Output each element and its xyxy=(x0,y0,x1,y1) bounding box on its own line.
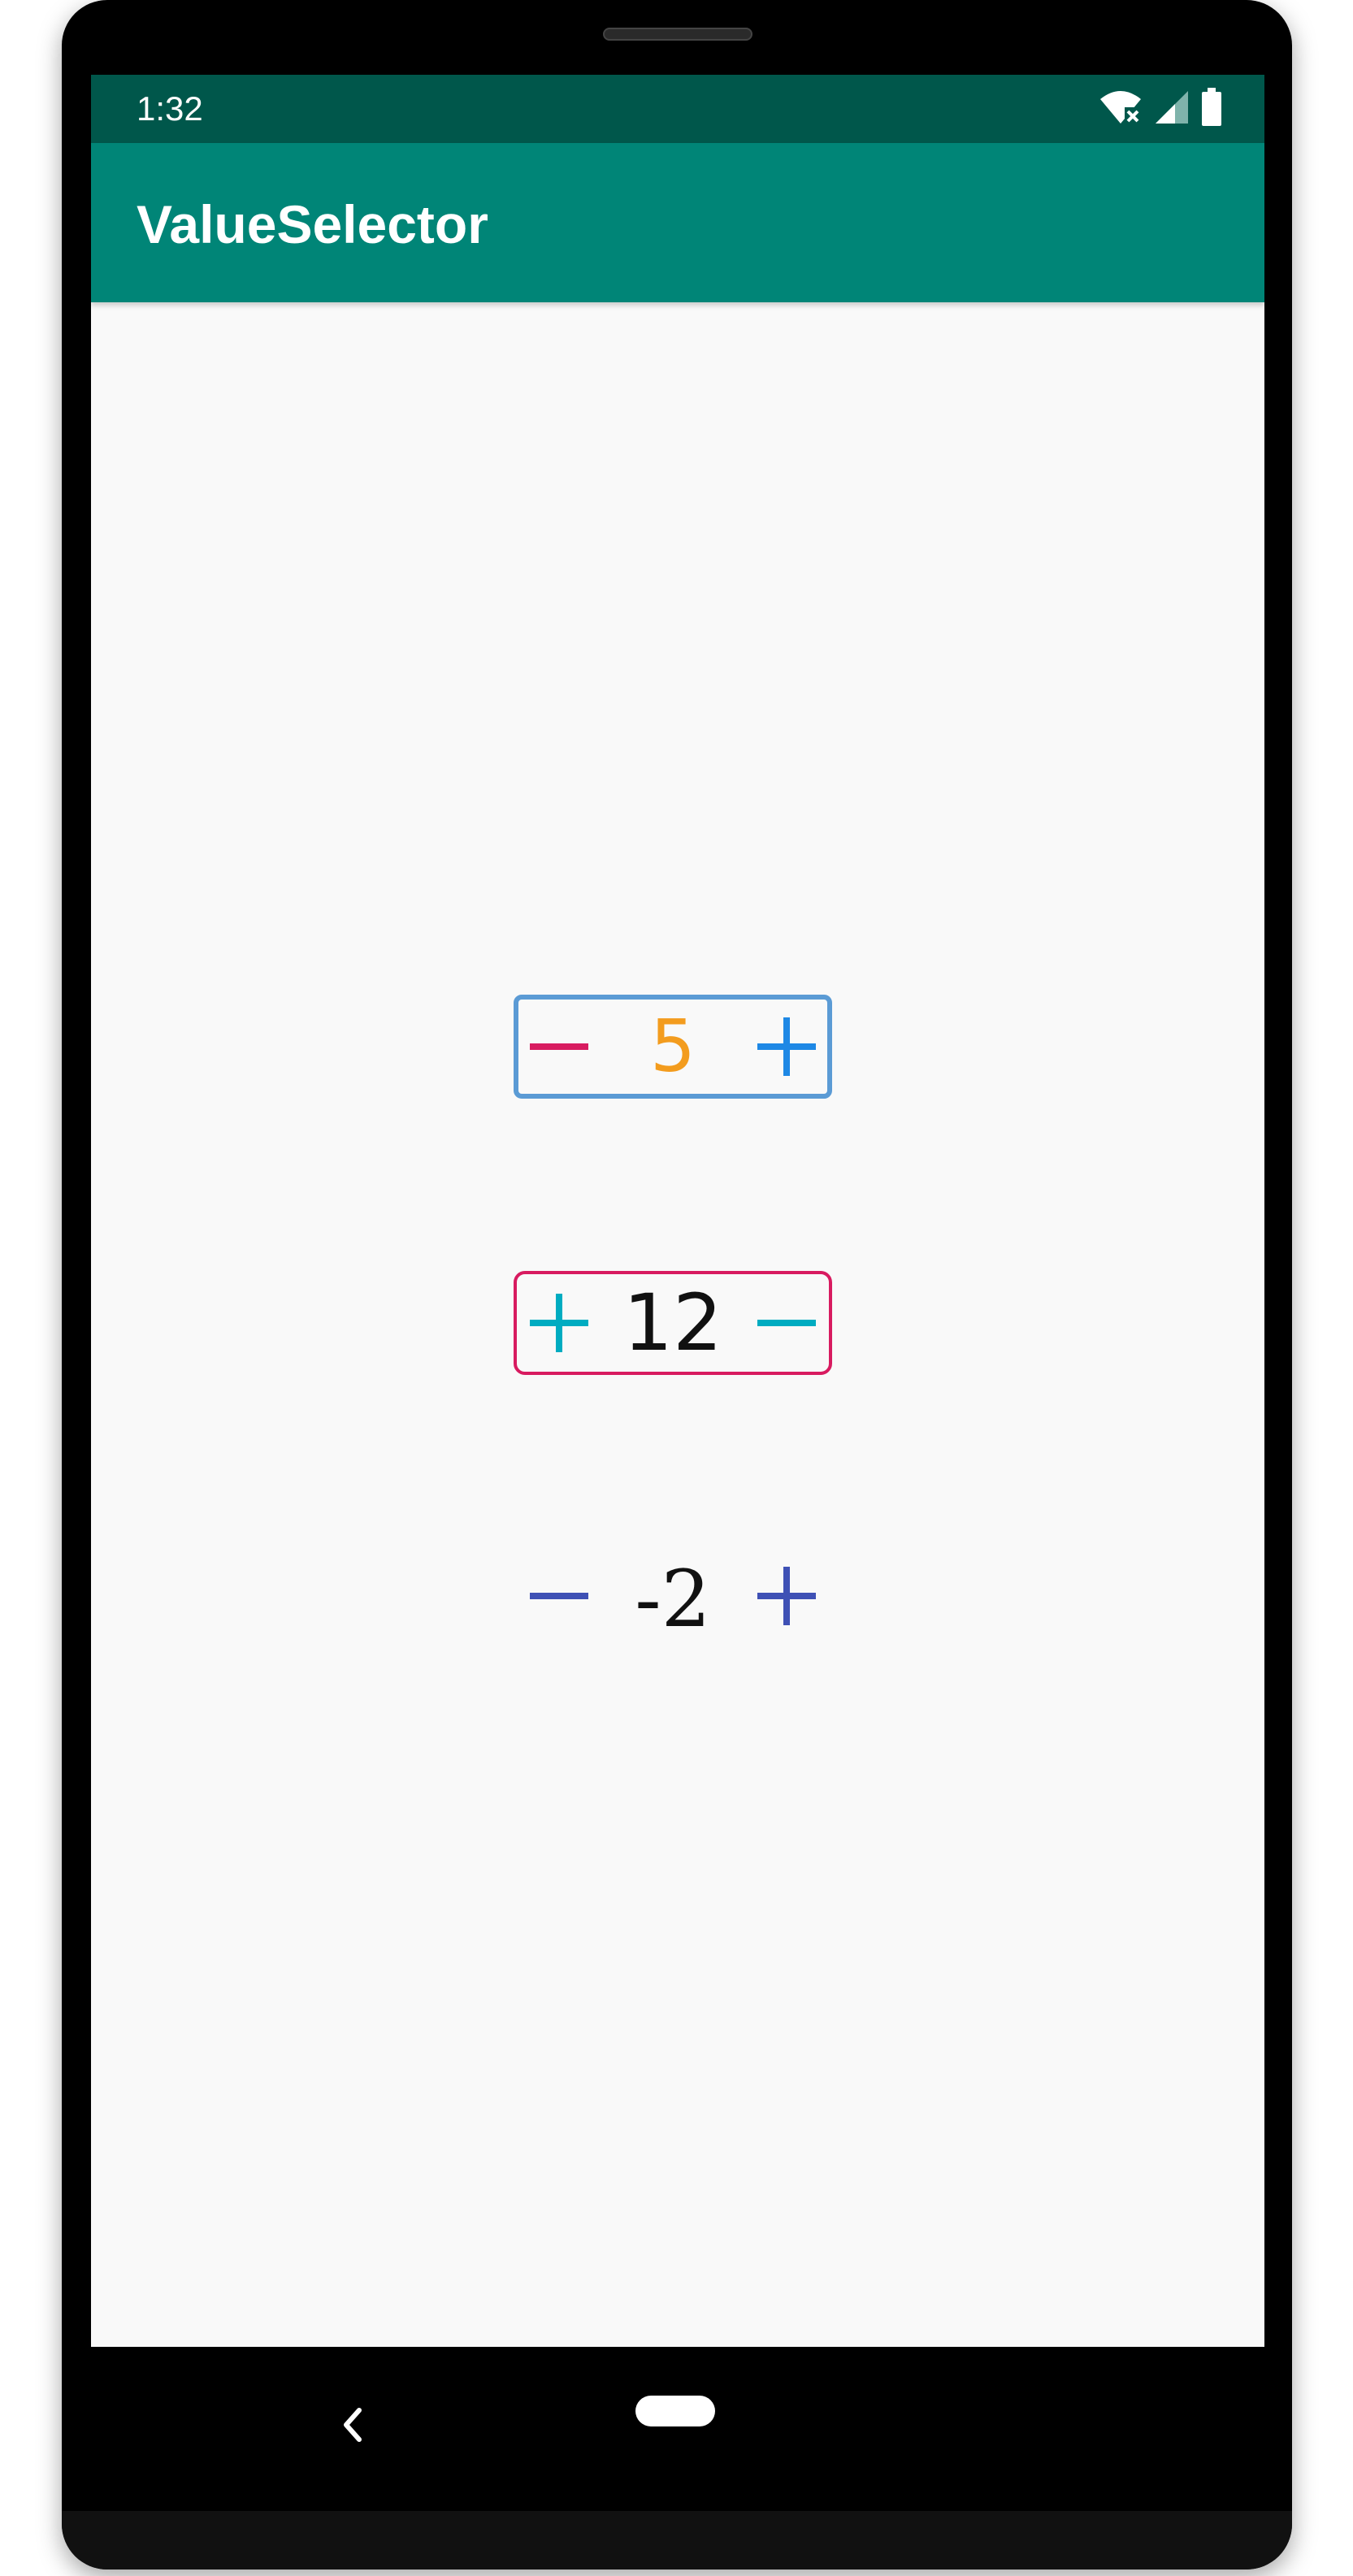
earpiece-speaker xyxy=(603,28,752,41)
navigation-bar xyxy=(91,2347,1264,2509)
decrement-button[interactable] xyxy=(527,1563,592,1628)
value-selector-2: 12 xyxy=(514,1271,832,1375)
minus-icon xyxy=(530,1043,588,1050)
value-selector-3: -2 xyxy=(514,1544,832,1648)
decrement-button[interactable] xyxy=(527,1014,592,1079)
plus-icon xyxy=(757,1017,816,1076)
plus-icon xyxy=(757,1567,816,1625)
wifi-off-icon xyxy=(1099,89,1143,129)
decrement-button[interactable] xyxy=(754,1290,819,1355)
increment-button[interactable] xyxy=(754,1563,819,1628)
back-button[interactable] xyxy=(335,2400,367,2449)
increment-button[interactable] xyxy=(754,1014,819,1079)
minus-icon xyxy=(757,1320,816,1326)
status-icons xyxy=(1099,87,1222,131)
status-bar: 1:32 xyxy=(91,75,1264,143)
selector-value: 5 xyxy=(650,1004,696,1088)
phone-frame: 1:32 ValueSelector 5 12 -2 xyxy=(62,0,1292,2569)
increment-button[interactable] xyxy=(527,1290,592,1355)
screen: 1:32 ValueSelector 5 12 -2 xyxy=(91,75,1264,2347)
value-selector-1: 5 xyxy=(514,995,832,1099)
back-icon xyxy=(344,2408,362,2442)
selector-value: 12 xyxy=(622,1277,723,1368)
device-chin xyxy=(62,2511,1292,2569)
status-time: 1:32 xyxy=(137,89,203,128)
app-bar: ValueSelector xyxy=(91,143,1264,302)
minus-icon xyxy=(530,1593,588,1599)
plus-icon xyxy=(530,1294,588,1352)
app-title: ValueSelector xyxy=(137,194,488,254)
cellular-signal-icon xyxy=(1154,89,1190,129)
selector-value: -2 xyxy=(635,1554,711,1645)
home-button[interactable] xyxy=(635,2396,715,2426)
battery-icon xyxy=(1201,87,1222,131)
